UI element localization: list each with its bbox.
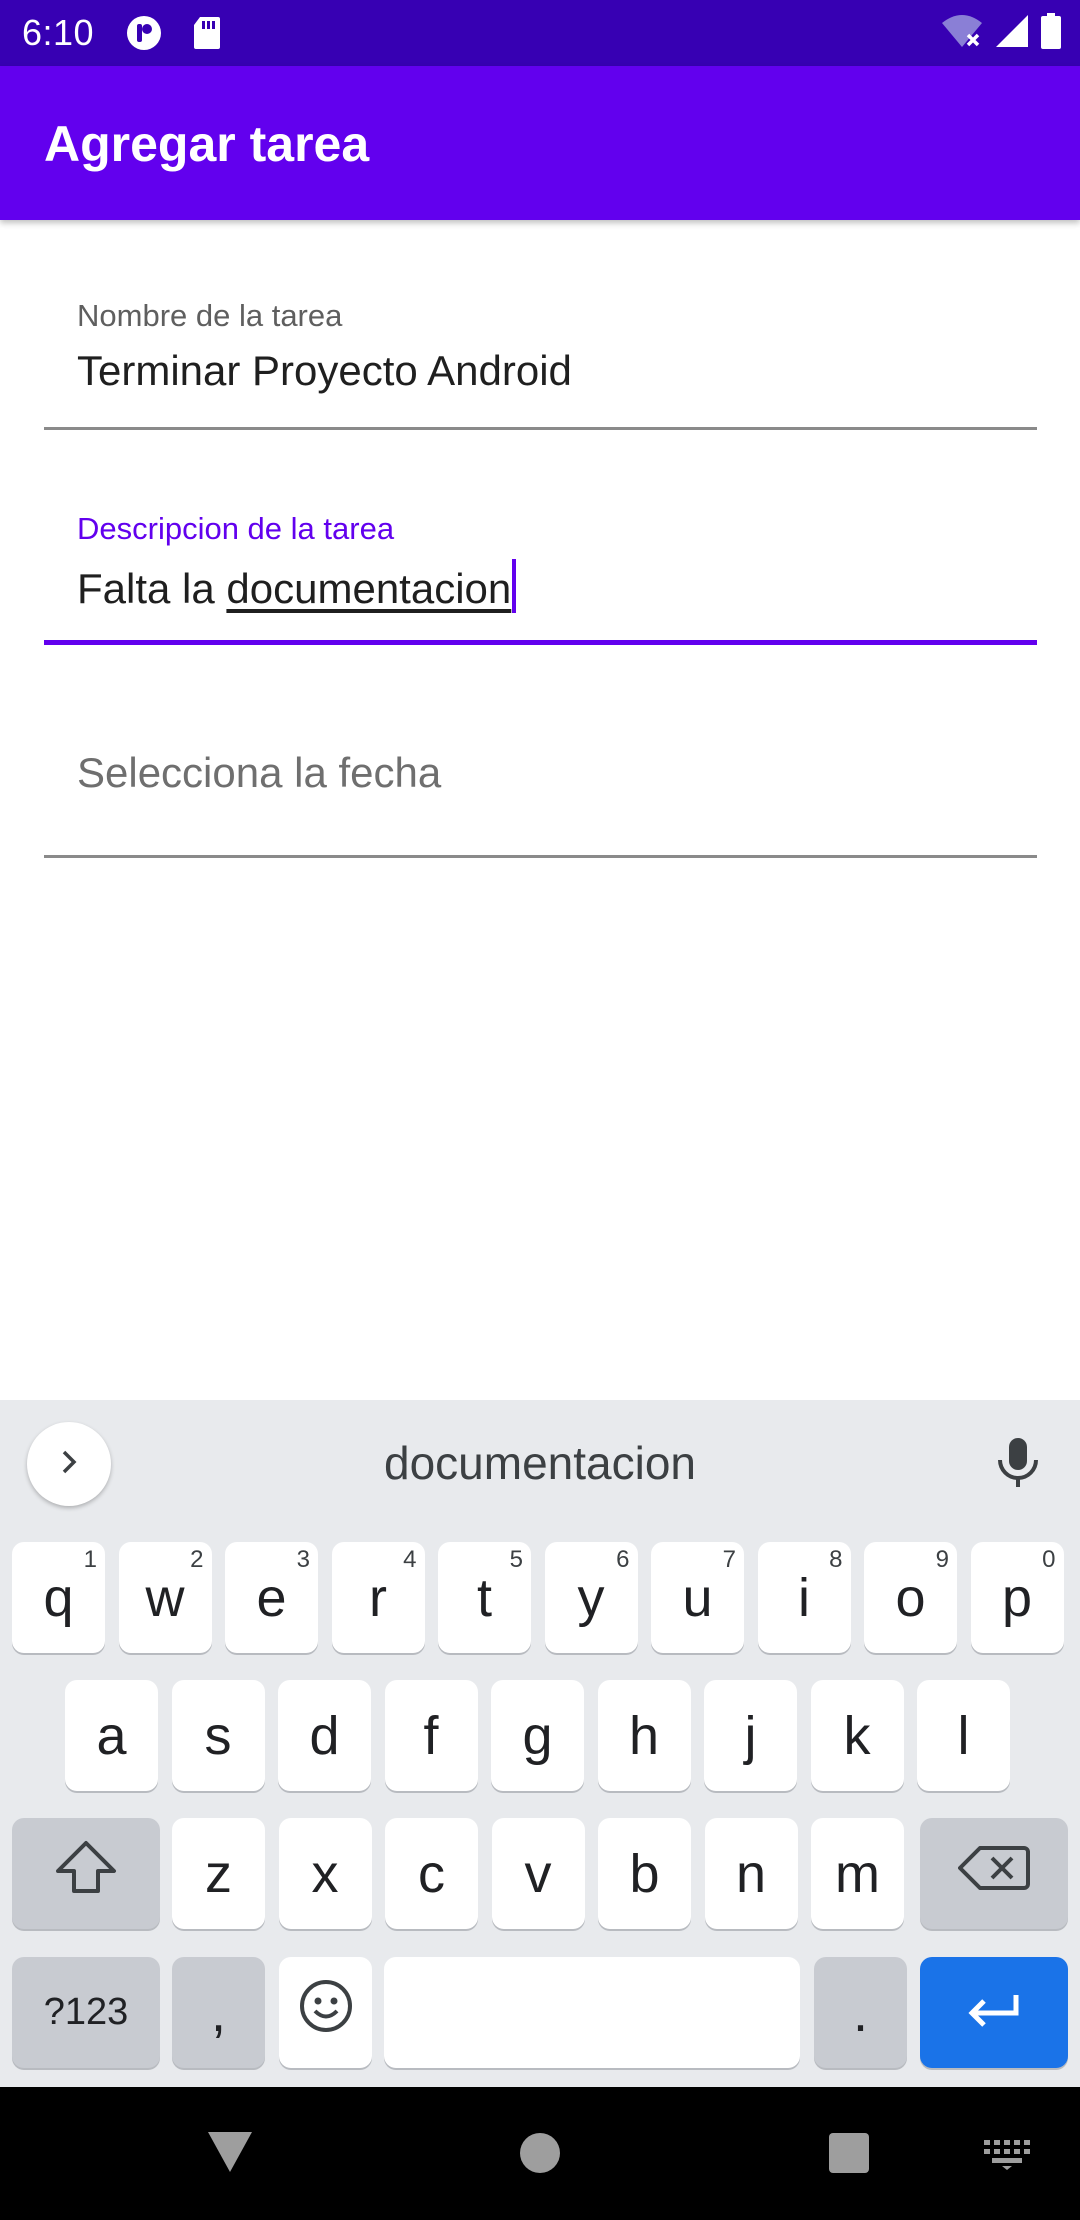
task-name-underline — [44, 427, 1037, 430]
key-m[interactable]: m — [811, 1818, 904, 1929]
key-o[interactable]: o9 — [864, 1542, 957, 1653]
backspace-icon — [958, 1843, 1030, 1905]
comma-key[interactable]: , — [172, 1957, 265, 2068]
key-label: q — [43, 1567, 74, 1628]
key-p[interactable]: p0 — [970, 1542, 1064, 1653]
key-b[interactable]: b — [598, 1818, 691, 1929]
key-a[interactable]: a — [65, 1680, 158, 1791]
task-description-value: Falta la documentacion — [77, 559, 517, 614]
page-title: Agregar tarea — [44, 116, 370, 172]
key-k[interactable]: k — [810, 1680, 904, 1791]
key-v[interactable]: v — [491, 1818, 585, 1929]
backspace-key[interactable] — [920, 1818, 1068, 1929]
key-label: e — [256, 1567, 287, 1628]
date-underline — [44, 855, 1037, 858]
home-icon[interactable] — [518, 2131, 562, 2180]
task-description-text: Falta la — [77, 565, 227, 612]
key-i[interactable]: i8 — [757, 1542, 851, 1653]
sd-card-icon — [192, 15, 228, 51]
key-e[interactable]: e3 — [225, 1542, 318, 1653]
task-name-field[interactable]: Nombre de la tarea Terminar Proyecto And… — [44, 290, 1037, 432]
key-label: u — [682, 1567, 713, 1628]
signal-icon — [994, 13, 1030, 54]
key-hint: 6 — [616, 1546, 630, 1573]
battery-icon — [1040, 12, 1062, 54]
key-r[interactable]: r4 — [331, 1542, 425, 1653]
key-label: w — [145, 1567, 185, 1628]
key-d[interactable]: d — [278, 1680, 371, 1791]
back-icon[interactable] — [206, 2130, 254, 2179]
recents-icon[interactable] — [828, 2132, 870, 2179]
period-key[interactable]: . — [814, 1957, 907, 2068]
key-label: r — [369, 1567, 387, 1628]
date-placeholder: Selecciona la fecha — [77, 749, 442, 796]
key-w[interactable]: w2 — [118, 1542, 212, 1653]
composing-word: documentacion — [226, 565, 512, 612]
symbols-key[interactable]: ?123 — [12, 1957, 160, 2068]
key-l[interactable]: l — [917, 1680, 1010, 1791]
text-cursor — [512, 559, 517, 613]
app-bar: Agregar tarea — [0, 66, 1080, 220]
key-label: o — [895, 1567, 926, 1628]
suggestion-strip: documentacion — [0, 1400, 1080, 1526]
key-j[interactable]: j — [704, 1680, 797, 1791]
key-hint: 3 — [296, 1546, 310, 1573]
key-hint: 7 — [722, 1546, 736, 1573]
keyboard-switcher-icon[interactable] — [984, 2140, 1030, 2175]
key-x[interactable]: x — [278, 1818, 372, 1929]
key-t[interactable]: t5 — [438, 1542, 531, 1653]
status-time: 6:10 — [22, 12, 95, 53]
key-hint: 4 — [403, 1546, 417, 1573]
shift-key[interactable] — [12, 1818, 160, 1929]
key-label: t — [476, 1567, 492, 1628]
key-s[interactable]: s — [171, 1680, 265, 1791]
emoji-icon — [298, 1978, 354, 2047]
key-label: i — [798, 1567, 810, 1628]
key-y[interactable]: y6 — [544, 1542, 638, 1653]
key-hint: 8 — [829, 1546, 843, 1573]
key-hint: 9 — [935, 1546, 949, 1573]
task-name-value: Terminar Proyecto Android — [77, 347, 572, 394]
microphone-icon[interactable] — [986, 1430, 1050, 1494]
enter-key[interactable] — [920, 1957, 1068, 2068]
key-q[interactable]: q1 — [12, 1542, 105, 1653]
key-label: y — [577, 1567, 605, 1628]
key-hint: 2 — [190, 1546, 204, 1573]
shift-icon — [54, 1839, 118, 1908]
key-c[interactable]: c — [385, 1818, 478, 1929]
media-app-icon — [126, 15, 162, 51]
key-u[interactable]: u7 — [651, 1542, 744, 1653]
key-hint: 1 — [83, 1546, 97, 1573]
task-description-label: Descripcion de la tarea — [77, 511, 395, 546]
key-label: p — [1001, 1567, 1033, 1628]
key-f[interactable]: f — [384, 1680, 478, 1791]
key-n[interactable]: n — [704, 1818, 798, 1929]
status-bar: 6:10 — [0, 0, 1080, 66]
word-suggestion[interactable]: documentacion — [0, 1434, 1080, 1492]
key-z[interactable]: z — [172, 1818, 265, 1929]
emoji-key[interactable] — [279, 1957, 372, 2068]
enter-icon — [964, 1982, 1024, 2044]
soft-keyboard: documentacion q1w2e3r4t5y6u7i8o9p0 asdfg… — [0, 1400, 1080, 2087]
space-key[interactable] — [384, 1957, 800, 2068]
key-g[interactable]: g — [491, 1680, 584, 1791]
key-h[interactable]: h — [597, 1680, 691, 1791]
task-description-underline — [44, 640, 1037, 645]
status-icons — [940, 12, 1062, 54]
wifi-off-icon — [940, 13, 984, 54]
key-hint: 0 — [1042, 1546, 1056, 1573]
key-hint: 5 — [509, 1546, 523, 1573]
task-description-field[interactable]: Descripcion de la tarea Falta la documen… — [44, 503, 1037, 647]
task-name-label: Nombre de la tarea — [77, 298, 343, 333]
date-field[interactable]: Selecciona la fecha — [44, 730, 1037, 860]
navigation-bar — [0, 2087, 1080, 2220]
